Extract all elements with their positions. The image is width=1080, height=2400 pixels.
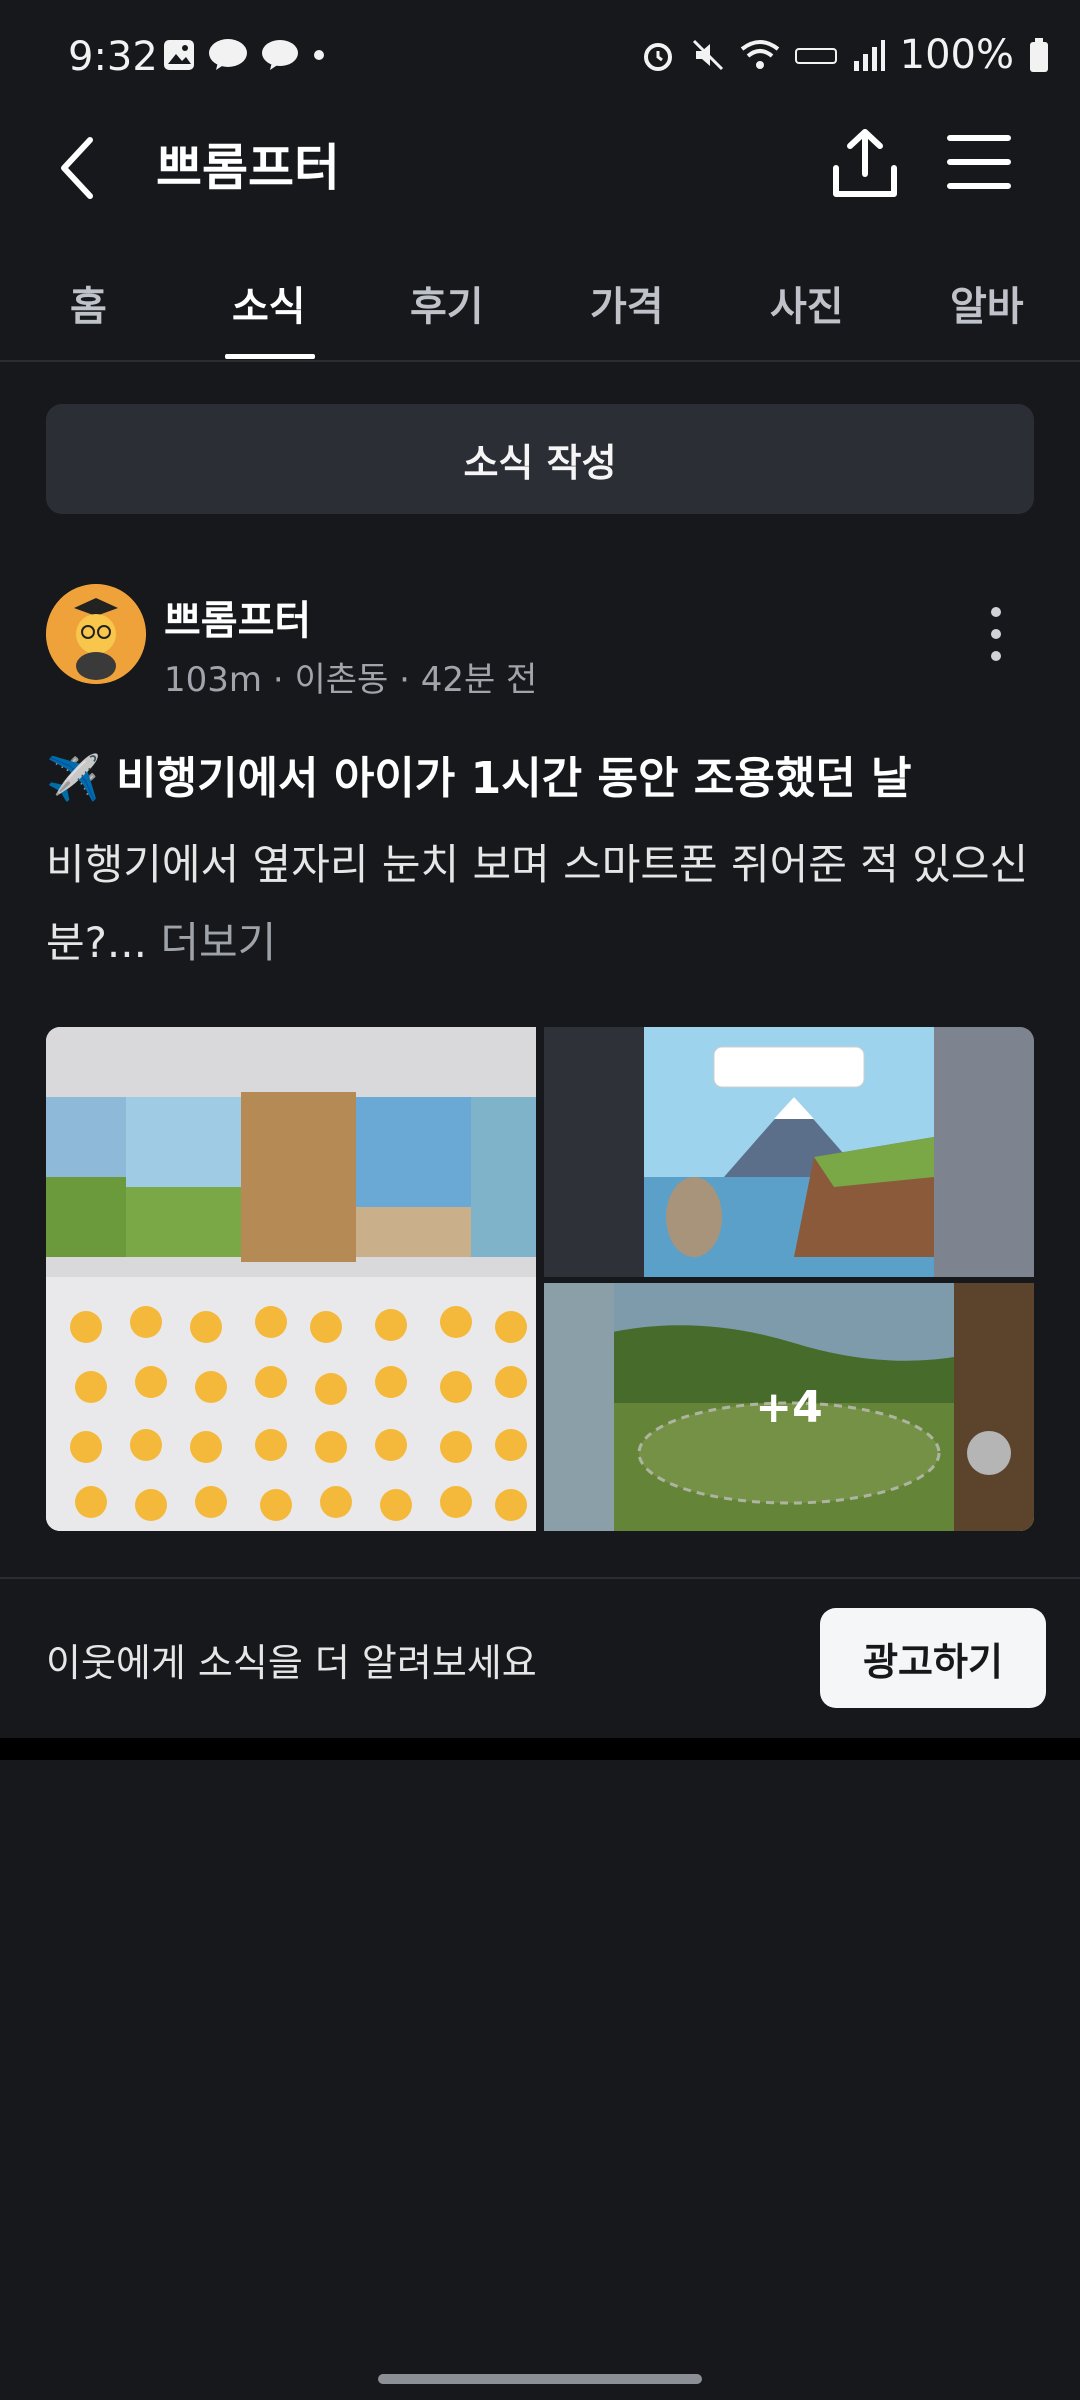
share-icon[interactable] <box>830 126 900 202</box>
dot-icon <box>314 50 324 60</box>
more-images-overlay[interactable]: +4 <box>544 1283 1034 1531</box>
messenger-icon <box>262 40 298 70</box>
battery-percent: 100% <box>899 32 1014 78</box>
home-indicator[interactable] <box>378 2374 702 2384</box>
active-tab-indicator <box>225 354 315 359</box>
notification-icons <box>162 38 326 72</box>
tab-jobs[interactable]: 알바 <box>950 274 1024 332</box>
wifi-icon <box>740 40 779 69</box>
section-divider <box>0 1738 1080 1760</box>
alarm-icon <box>643 43 672 71</box>
bee-mascot-icon <box>46 584 146 684</box>
page-title: 쁘롬프터 <box>156 139 340 197</box>
post-image-more[interactable]: +4 <box>544 1283 1034 1531</box>
lte-icon <box>794 48 837 64</box>
post-title[interactable]: ✈️ 비행기에서 아이가 1시간 동안 조용했던 날 <box>46 742 911 806</box>
advertise-button[interactable]: 광고하기 <box>820 1608 1046 1708</box>
talk-icon <box>209 39 247 70</box>
jeju-book-illustration <box>544 1027 1034 1277</box>
back-icon[interactable] <box>50 128 110 208</box>
mute-icon <box>692 39 723 71</box>
tab-price[interactable]: 가격 <box>590 274 664 332</box>
post-body[interactable]: 비행기에서 옆자리 눈치 보며 스마트폰 쥐어준 적 있으신 분?... 더보기 <box>46 826 1036 982</box>
gallery-icon <box>164 40 194 70</box>
more-options-icon[interactable] <box>986 604 1006 664</box>
divider <box>0 1577 1080 1579</box>
post-image-jeju-book[interactable] <box>544 1027 1034 1277</box>
system-icons: 100% <box>640 32 1050 78</box>
tab-reviews[interactable]: 후기 <box>410 274 484 332</box>
compose-news-button[interactable]: 소식 작성 <box>46 404 1034 514</box>
status-time: 9:32 <box>68 34 158 80</box>
post-author[interactable]: 쁘롬프터 <box>164 588 311 646</box>
avatar[interactable] <box>46 584 146 684</box>
status-bar: 9:32 100% <box>0 0 1080 120</box>
tab-bar: 홈 소식 후기 가격 사진 알바 <box>0 262 1080 362</box>
tab-photos[interactable]: 사진 <box>770 274 844 332</box>
menu-icon[interactable] <box>946 132 1012 192</box>
signal-icon <box>853 40 885 71</box>
post-image-stickers[interactable] <box>46 1027 536 1531</box>
post-meta: 103m · 이촌동 · 42분 전 <box>164 660 538 700</box>
tab-home[interactable]: 홈 <box>70 274 107 332</box>
more-link[interactable]: 더보기 <box>160 918 276 967</box>
sticker-sheet-illustration <box>46 1027 536 1531</box>
promo-text: 이웃에게 소식을 더 알려보세요 <box>46 1641 537 1685</box>
tab-news[interactable]: 소식 <box>232 274 306 332</box>
battery-icon <box>1030 38 1048 72</box>
